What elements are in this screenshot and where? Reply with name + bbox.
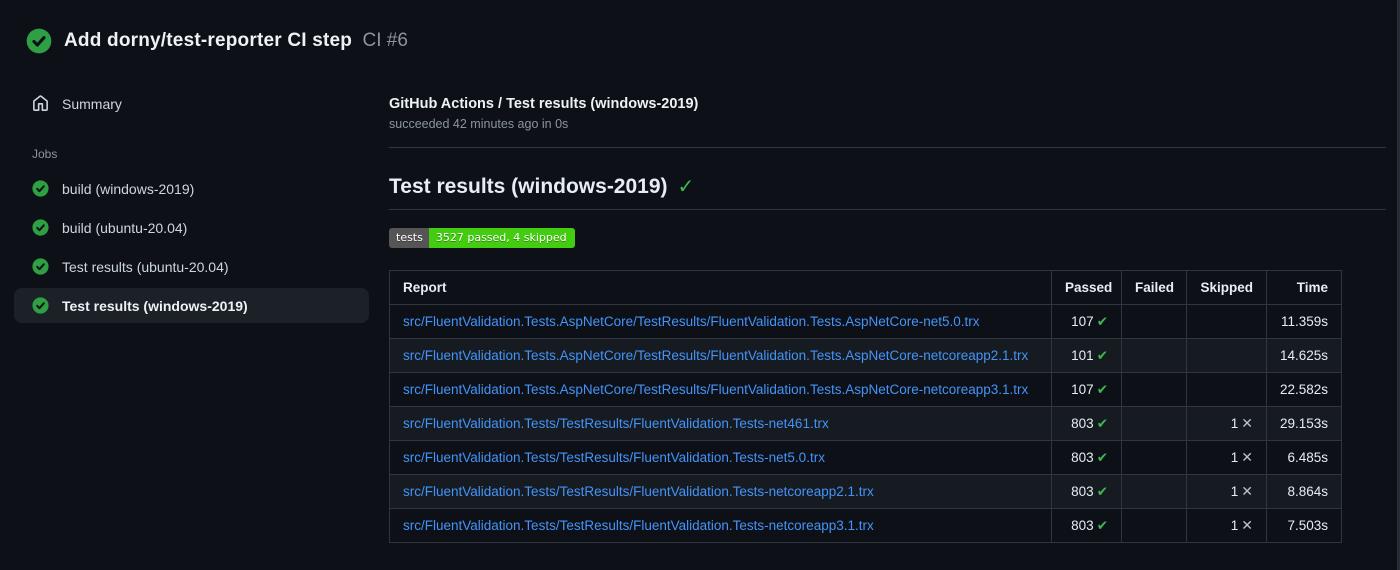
check-run-status: succeeded 42 minutes ago in 0s xyxy=(389,117,569,131)
sidebar-job-label: Test results (ubuntu-20.04) xyxy=(62,258,229,275)
skipped-x-icon: ✕ xyxy=(1241,517,1253,533)
skipped-cell xyxy=(1186,304,1267,339)
test-results-table: Report Passed Failed Skipped Time src/Fl… xyxy=(389,270,1342,543)
table-row: src/FluentValidation.Tests.AspNetCore/Te… xyxy=(389,304,1342,339)
time-cell: 14.625s xyxy=(1266,338,1342,373)
passed-cell: 107 ✔ xyxy=(1051,372,1122,407)
report-link[interactable]: src/FluentValidation.Tests/TestResults/F… xyxy=(403,450,825,465)
main-content: GitHub Actions / Test results (windows-2… xyxy=(389,86,1400,543)
passed-check-icon: ✔ xyxy=(1096,517,1108,533)
passed-check-icon: ✔ xyxy=(1096,449,1108,465)
report-link[interactable]: src/FluentValidation.Tests.AspNetCore/Te… xyxy=(403,348,1028,363)
success-check-circle-icon xyxy=(32,297,49,314)
results-heading-text: Test results (windows-2019) xyxy=(389,175,668,198)
passed-cell: 107 ✔ xyxy=(1051,304,1122,339)
column-header-passed: Passed xyxy=(1051,270,1122,305)
report-link[interactable]: src/FluentValidation.Tests.AspNetCore/Te… xyxy=(403,314,980,329)
success-check-circle-icon xyxy=(26,28,52,54)
time-cell: 29.153s xyxy=(1266,406,1342,441)
passed-cell: 803 ✔ xyxy=(1051,474,1122,509)
failed-cell xyxy=(1121,372,1187,407)
sidebar-job-item[interactable]: Test results (ubuntu-20.04) xyxy=(14,249,369,284)
sidebar-job-label: build (ubuntu-20.04) xyxy=(62,219,188,236)
report-link[interactable]: src/FluentValidation.Tests/TestResults/F… xyxy=(403,518,874,533)
sidebar-summary-label: Summary xyxy=(62,95,122,112)
run-title: Add dorny/test-reporter CI step xyxy=(64,30,353,51)
sidebar-job-label: build (windows-2019) xyxy=(62,180,195,197)
report-link[interactable]: src/FluentValidation.Tests/TestResults/F… xyxy=(403,416,829,431)
column-header-time: Time xyxy=(1266,270,1342,305)
column-header-report: Report xyxy=(389,270,1052,305)
skipped-cell: 1 ✕ xyxy=(1186,474,1267,509)
tests-badge-label: tests xyxy=(389,228,429,248)
skipped-cell: 1 ✕ xyxy=(1186,508,1267,543)
sidebar-job-item[interactable]: build (windows-2019) xyxy=(14,171,369,206)
failed-cell xyxy=(1121,440,1187,475)
success-check-circle-icon xyxy=(32,180,49,197)
time-cell: 6.485s xyxy=(1266,440,1342,475)
table-row: src/FluentValidation.Tests/TestResults/F… xyxy=(389,474,1342,509)
run-number: CI #6 xyxy=(362,30,408,51)
failed-cell xyxy=(1121,474,1187,509)
column-header-skipped: Skipped xyxy=(1186,270,1267,305)
failed-cell xyxy=(1121,508,1187,543)
sidebar-job-label: Test results (windows-2019) xyxy=(62,297,248,314)
table-row: src/FluentValidation.Tests.AspNetCore/Te… xyxy=(389,338,1342,373)
passed-check-icon: ✔ xyxy=(1096,483,1108,499)
success-check-circle-icon xyxy=(32,219,49,236)
table-row: src/FluentValidation.Tests/TestResults/F… xyxy=(389,508,1342,543)
failed-cell xyxy=(1121,406,1187,441)
jobs-section-label: Jobs xyxy=(32,147,58,161)
success-check-circle-icon xyxy=(32,258,49,275)
divider xyxy=(389,147,1386,148)
failed-cell xyxy=(1121,304,1187,339)
passed-check-icon: ✔ xyxy=(1096,347,1108,363)
run-header: Add dorny/test-reporter CI step CI #6 xyxy=(0,0,1400,54)
passed-cell: 803 ✔ xyxy=(1051,508,1122,543)
sidebar-job-item[interactable]: build (ubuntu-20.04) xyxy=(14,210,369,245)
skipped-x-icon: ✕ xyxy=(1241,449,1253,465)
skipped-x-icon: ✕ xyxy=(1241,415,1253,431)
failed-cell xyxy=(1121,338,1187,373)
skipped-cell: 1 ✕ xyxy=(1186,406,1267,441)
passed-check-icon: ✔ xyxy=(1096,415,1108,431)
table-row: src/FluentValidation.Tests.AspNetCore/Te… xyxy=(389,372,1342,407)
check-run-title: GitHub Actions / Test results (windows-2… xyxy=(389,96,699,112)
column-header-failed: Failed xyxy=(1121,270,1187,305)
passed-cell: 803 ✔ xyxy=(1051,440,1122,475)
jobs-list: build (windows-2019) build (ubuntu-20.04)… xyxy=(14,171,369,323)
time-cell: 8.864s xyxy=(1266,474,1342,509)
table-body: src/FluentValidation.Tests.AspNetCore/Te… xyxy=(389,304,1342,543)
report-link[interactable]: src/FluentValidation.Tests/TestResults/F… xyxy=(403,484,874,499)
home-icon xyxy=(32,95,49,112)
skipped-x-icon: ✕ xyxy=(1241,483,1253,499)
passed-cell: 101 ✔ xyxy=(1051,338,1122,373)
jobs-sidebar: Summary Jobs build (windows-2019) build (… xyxy=(0,86,389,543)
table-row: src/FluentValidation.Tests/TestResults/F… xyxy=(389,406,1342,441)
tests-badge-value: 3527 passed, 4 skipped xyxy=(428,228,575,248)
passed-check-icon: ✔ xyxy=(1096,313,1108,329)
time-cell: 22.582s xyxy=(1266,372,1342,407)
passed-check-icon: ✔ xyxy=(1096,381,1108,397)
heading-check-icon: ✓ xyxy=(677,176,695,198)
results-heading: Test results (windows-2019) ✓ xyxy=(389,175,1386,210)
skipped-cell xyxy=(1186,372,1267,407)
tests-badge[interactable]: tests 3527 passed, 4 skipped xyxy=(389,228,575,248)
time-cell: 11.359s xyxy=(1266,304,1342,339)
time-cell: 7.503s xyxy=(1266,508,1342,543)
skipped-cell xyxy=(1186,338,1267,373)
table-header-row: Report Passed Failed Skipped Time xyxy=(389,270,1342,305)
report-link[interactable]: src/FluentValidation.Tests.AspNetCore/Te… xyxy=(403,382,1028,397)
passed-cell: 803 ✔ xyxy=(1051,406,1122,441)
table-row: src/FluentValidation.Tests/TestResults/F… xyxy=(389,440,1342,475)
sidebar-item-summary[interactable]: Summary xyxy=(14,86,369,121)
sidebar-job-item[interactable]: Test results (windows-2019) xyxy=(14,288,369,323)
skipped-cell: 1 ✕ xyxy=(1186,440,1267,475)
